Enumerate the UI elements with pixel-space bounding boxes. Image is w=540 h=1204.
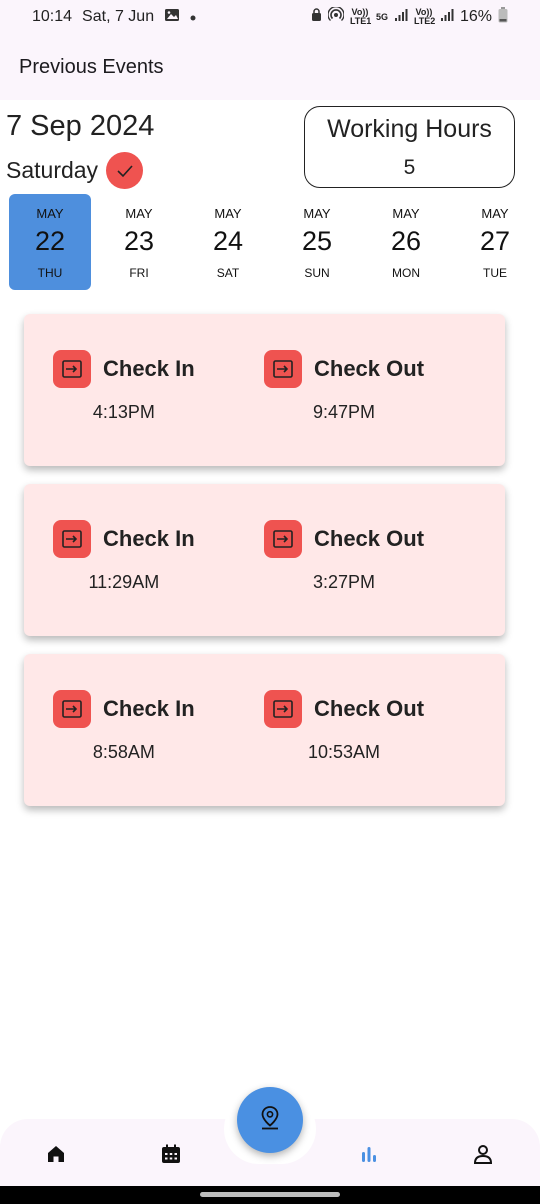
date-strip: MAY 22 THU MAY 23 FRI MAY 24 SAT MAY 25 … [9, 194, 540, 290]
date-day: 25 [301, 226, 333, 256]
signal-icon [394, 8, 408, 27]
date-day: 27 [479, 226, 511, 256]
date-month: MAY [392, 206, 420, 221]
working-hours-label: Working Hours [327, 114, 492, 143]
working-hours-value: 5 [403, 155, 416, 179]
check-in-time: 11:29AM [88, 572, 160, 592]
date-month: MAY [125, 206, 153, 221]
profile-icon[interactable] [468, 1139, 498, 1169]
date-weekday: FRI [129, 266, 149, 280]
date-item-27[interactable]: MAY 27 TUE [454, 194, 536, 290]
check-in-label: Check In [103, 526, 195, 551]
check-in-time: 4:13PM [92, 402, 155, 422]
net-5g-label: 5G [375, 11, 388, 22]
date-item-25[interactable]: MAY 25 SUN [276, 194, 358, 290]
hotspot-icon [327, 5, 345, 28]
signal-icon-2 [440, 8, 454, 27]
status-time: 10:14 [32, 8, 73, 25]
date-item-22[interactable]: MAY 22 THU [9, 194, 91, 290]
date-weekday: MON [392, 266, 420, 280]
check-out-time: 3:27PM [312, 572, 376, 592]
gallery-icon [164, 8, 180, 27]
check-out-icon [264, 350, 302, 388]
date-weekday: TUE [483, 266, 507, 280]
date-day: 23 [123, 226, 155, 256]
date-month: MAY [303, 206, 331, 221]
check-out-icon [264, 520, 302, 558]
battery-icon [498, 6, 508, 28]
date-weekday: SAT [216, 266, 240, 280]
check-out-label: Check Out [314, 526, 425, 551]
gesture-bar [0, 1186, 540, 1204]
working-hours-box: Working Hours 5 [304, 106, 515, 188]
check-out-time: 9:47PM [312, 402, 376, 422]
date-item-26[interactable]: MAY 26 MON [365, 194, 447, 290]
status-bar: 10:14 Sat, 7 Jun Vo)) LTE1 5G Vo)) LTE2 … [0, 0, 540, 34]
event-card[interactable]: Check In 8:58AM Check Out 10:53AM [24, 654, 505, 806]
date-month: MAY [481, 206, 509, 221]
location-button[interactable] [237, 1087, 303, 1153]
date-month: MAY [214, 206, 242, 221]
date-day: 22 [34, 226, 66, 256]
check-in-label: Check In [103, 356, 195, 381]
check-in-block: Check In 4:13PM [53, 350, 195, 423]
calendar-icon[interactable] [156, 1139, 186, 1169]
status-date: Sat, 7 Jun [82, 8, 155, 25]
date-day: 24 [212, 226, 244, 256]
check-out-label: Check Out [314, 356, 425, 381]
date-weekday: THU [37, 266, 63, 280]
page-title: Previous Events [19, 55, 164, 78]
selected-date: 7 Sep 2024 [6, 110, 155, 142]
weekday-row: Saturday [6, 152, 144, 189]
dot-icon [190, 8, 196, 26]
date-weekday: SUN [304, 266, 330, 280]
check-in-icon [53, 690, 91, 728]
check-out-icon [264, 690, 302, 728]
volte2-label: Vo)) LTE2 [413, 7, 436, 26]
check-in-block: Check In 11:29AM [53, 520, 195, 593]
battery-percent: 16% [459, 8, 492, 25]
date-day: 26 [390, 226, 422, 256]
check-in-time: 8:58AM [92, 742, 155, 762]
check-in-label: Check In [103, 696, 195, 721]
check-out-time: 10:53AM [307, 742, 381, 762]
date-item-24[interactable]: MAY 24 SAT [187, 194, 269, 290]
check-in-icon [53, 350, 91, 388]
check-in-icon [53, 520, 91, 558]
check-out-block: Check Out 9:47PM [264, 350, 424, 423]
gesture-handle[interactable] [200, 1192, 340, 1197]
date-month: MAY [36, 206, 64, 221]
volte1-label: Vo)) LTE1 [349, 7, 372, 26]
location-pin-icon [258, 1105, 282, 1136]
home-icon[interactable] [41, 1139, 71, 1169]
event-card[interactable]: Check In 11:29AM Check Out 3:27PM [24, 484, 505, 636]
check-out-label: Check Out [314, 696, 425, 721]
stats-icon[interactable] [354, 1139, 384, 1169]
check-in-block: Check In 8:58AM [53, 690, 195, 763]
event-card[interactable]: Check In 4:13PM Check Out 9:47PM [24, 314, 505, 466]
check-out-block: Check Out 10:53AM [264, 690, 424, 763]
selected-weekday: Saturday [6, 157, 99, 183]
app-bar: Previous Events [0, 34, 540, 100]
check-out-block: Check Out 3:27PM [264, 520, 424, 593]
lock-icon [311, 7, 322, 27]
check-icon [106, 152, 144, 189]
date-item-23[interactable]: MAY 23 FRI [98, 194, 180, 290]
